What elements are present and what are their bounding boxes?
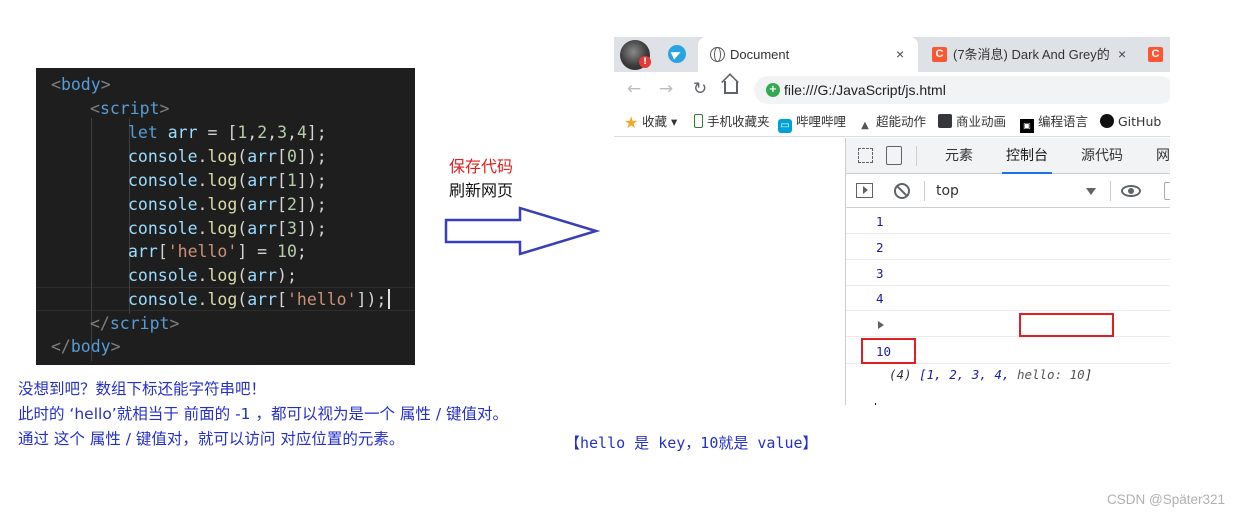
highlight-box	[1019, 313, 1114, 337]
bilibili-icon: ▭	[778, 119, 792, 133]
code-line: console.log(arr);	[128, 266, 297, 285]
expand-triangle-icon[interactable]	[878, 321, 884, 329]
globe-icon	[710, 47, 725, 62]
console-prompt-icon: ›	[856, 401, 865, 405]
cat-icon: ▲	[861, 120, 869, 131]
code-line: <script>	[90, 99, 170, 118]
bookmark-anime[interactable]: 商业动画	[938, 107, 1008, 137]
code-line: </script>	[90, 314, 180, 333]
tab-title: Document	[730, 47, 790, 62]
refresh-page-note: 刷新网页	[449, 181, 514, 200]
console-log-row: 1	[846, 209, 1170, 234]
code-line: </body>	[51, 337, 121, 356]
code-icon: ▣	[1020, 119, 1034, 133]
console-array-row[interactable]: (4) [1, 2, 3, 4, hello: 10]	[846, 312, 1170, 382]
console-log-row: 2	[846, 235, 1170, 260]
close-tab-icon[interactable]: ×	[896, 37, 904, 72]
back-button[interactable]: ←	[622, 78, 646, 100]
page-viewport[interactable]	[614, 138, 845, 405]
explanation-line: 通过 这个 属性 / 键值对，就可以访问 对应位置的元素。	[18, 430, 405, 448]
github-icon	[1100, 114, 1114, 128]
bookmark-programming[interactable]: ▣ 编程语言	[1020, 107, 1092, 137]
bookmark-mobile[interactable]: 手机收藏夹	[694, 107, 770, 137]
divider	[916, 146, 917, 166]
filter-input[interactable]	[1164, 182, 1170, 200]
inspect-icon[interactable]	[858, 148, 873, 163]
bookmark-action[interactable]: ▲ 超能动作	[858, 107, 926, 137]
code-line: console.log(arr['hello']);	[128, 288, 391, 312]
highlight-box	[861, 338, 916, 364]
tab-console[interactable]: 控制台	[1002, 138, 1052, 174]
bookmark-bilibili[interactable]: ▭ 哔哩哔哩	[778, 107, 846, 137]
bookmark-favorites[interactable]: ★ 收藏 ▾	[624, 107, 677, 137]
code-line: let arr = [1,2,3,4];	[128, 123, 327, 142]
csdn-icon: C	[932, 47, 947, 62]
console-sidebar-icon[interactable]	[856, 183, 873, 198]
tab-csdn[interactable]: C (7条消息) Dark And Grey的 ×	[922, 37, 1132, 72]
text-cursor	[388, 289, 391, 309]
console-log-row: 4	[846, 286, 1170, 311]
code-line: console.log(arr[1]);	[128, 171, 327, 190]
array-preview: (4) [1, 2, 3, 4, hello: 10]	[889, 367, 1093, 382]
save-code-note: 保存代码	[449, 157, 514, 176]
device-toolbar-icon[interactable]	[886, 146, 902, 165]
anime-icon	[938, 114, 952, 128]
key-value-note: 【hello 是 key，10就是 value】	[565, 434, 818, 452]
explanation-line: 没想到吧？数组下标还能字符串吧！	[18, 380, 267, 398]
devtools-tab-bar: 元素 控制台 源代码 网	[846, 138, 1170, 174]
context-selector[interactable]: top	[936, 174, 959, 208]
right-arrow-icon	[444, 206, 600, 256]
code-line: <body>	[51, 75, 111, 94]
dropdown-icon: ▾	[671, 114, 678, 129]
url-field[interactable]: + file:///G:/JavaScript/js.html	[754, 76, 1170, 104]
secure-icon[interactable]: +	[766, 83, 780, 97]
star-icon: ★	[624, 113, 639, 132]
close-tab-icon[interactable]: ×	[1118, 37, 1126, 72]
code-line: console.log(arr[2]);	[128, 195, 327, 214]
code-line: console.log(arr[0]);	[128, 147, 327, 166]
devtools-panel: 元素 控制台 源代码 网 top 1 2 3 4 (4) [1, 2, 3, 4…	[845, 138, 1170, 405]
code-line: console.log(arr[3]);	[128, 219, 327, 238]
console-input-caret[interactable]	[875, 403, 876, 405]
code-line: arr['hello'] = 10;	[128, 242, 307, 261]
tab-document[interactable]: Document ×	[698, 37, 918, 72]
divider	[924, 181, 925, 201]
live-expression-eye-icon[interactable]	[1121, 185, 1141, 197]
tab-title: (7条消息) Dark And Grey的	[953, 47, 1110, 62]
clear-console-icon[interactable]	[894, 183, 910, 199]
forward-button[interactable]: →	[654, 78, 678, 100]
home-icon[interactable]	[724, 81, 738, 94]
url-text: file:///G:/JavaScript/js.html	[784, 82, 946, 98]
console-toolbar: top	[846, 174, 1170, 208]
tab-elements[interactable]: 元素	[945, 138, 973, 174]
chevron-down-icon[interactable]	[1086, 188, 1096, 195]
telegram-icon[interactable]	[668, 45, 686, 63]
tab-sources[interactable]: 源代码	[1081, 138, 1123, 174]
explanation-line: 此时的 ‘hello’就相当于 前面的 -1 ，都可以视为是一个 属性 / 键值…	[18, 405, 508, 423]
watermark: CSDN @Später321	[1106, 492, 1225, 507]
tab-bar: ! Document × C (7条消息) Dark And Grey的 × C	[614, 37, 1170, 72]
tab-csdn-2[interactable]: C	[1138, 37, 1170, 72]
bookmarks-bar: ★ 收藏 ▾ 手机收藏夹 ▭ 哔哩哔哩 ▲ 超能动作 商业动画 ▣ 编程语言 GitHu…	[614, 107, 1170, 137]
divider	[1110, 181, 1111, 201]
tab-network[interactable]: 网	[1156, 138, 1170, 174]
alert-badge: !	[639, 56, 651, 68]
code-editor[interactable]: <body> <script> let arr = [1,2,3,4]; con…	[36, 68, 415, 365]
bookmark-github[interactable]: GitHub	[1100, 107, 1161, 137]
console-log-row: 3	[846, 261, 1170, 286]
browser-window: ! Document × C (7条消息) Dark And Grey的 × C…	[614, 37, 1170, 405]
reload-button[interactable]: ↻	[688, 78, 712, 100]
address-bar: ← → ↻ + file:///G:/JavaScript/js.html	[614, 72, 1170, 107]
phone-icon	[694, 114, 703, 128]
csdn-icon: C	[1148, 47, 1163, 62]
